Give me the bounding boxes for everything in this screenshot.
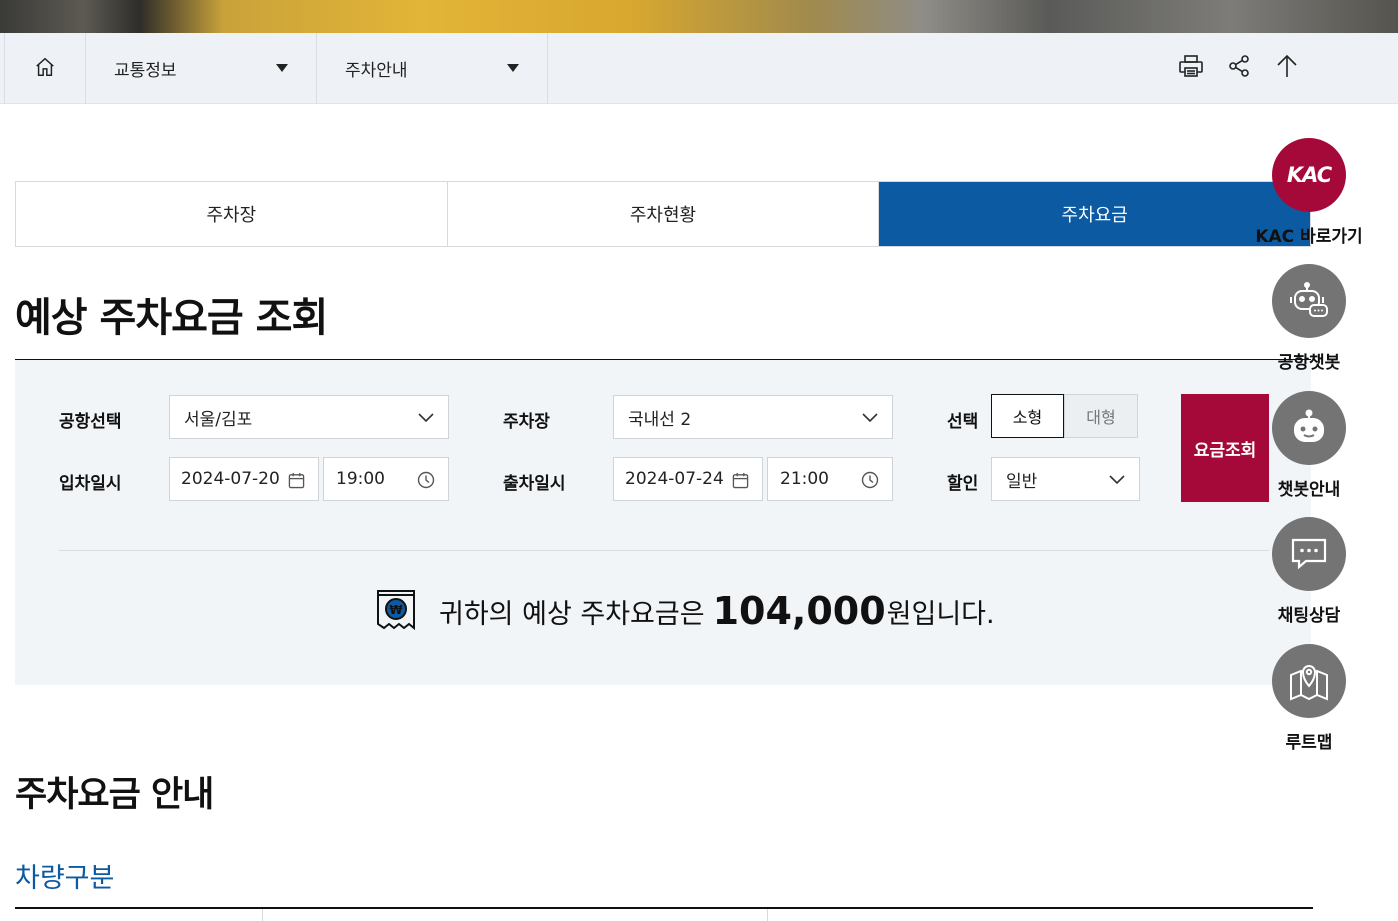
parking-lot-label: 주차장: [503, 412, 550, 432]
result-amount: 104,000: [712, 589, 886, 633]
chevron-down-icon: [1107, 470, 1127, 490]
dropdown-parking-guide[interactable]: 주차안내: [317, 33, 548, 104]
vehicle-type-heading: 차량구분: [15, 863, 115, 894]
size-small-option[interactable]: 소형: [991, 394, 1064, 438]
panel-divider: [59, 550, 1269, 551]
discount-label: 할인: [947, 474, 979, 494]
exit-time-value: 21:00: [780, 469, 829, 489]
quick-kac-link[interactable]: KAC KAC 바로가기: [1254, 138, 1364, 247]
calendar-icon: [730, 470, 750, 490]
quick-chat-consult[interactable]: 채팅상담: [1254, 517, 1364, 626]
robot-icon: [1272, 391, 1346, 465]
chat-bubble-icon: [1272, 517, 1346, 591]
fee-search-panel: 공항선택 서울/김포 주차장 국내선 2 선택 소형 대형 요금조회 입차일시 …: [15, 360, 1311, 685]
chevron-down-icon: [416, 408, 436, 428]
entry-time-value: 19:00: [336, 469, 385, 489]
airport-select[interactable]: 서울/김포: [169, 395, 449, 439]
quick-label: 채팅상담: [1277, 606, 1341, 626]
fee-guide-heading: 주차요금 안내: [15, 775, 214, 815]
exit-date-input[interactable]: 2024-07-24: [613, 457, 763, 501]
exit-datetime-label: 출차일시: [503, 474, 566, 494]
arrow-up-icon: [1275, 53, 1299, 83]
dropdown-label: 교통정보: [114, 61, 177, 81]
share-icon: [1227, 54, 1251, 82]
quick-airport-chatbot[interactable]: 공항챗봇: [1254, 264, 1364, 373]
discount-select[interactable]: 일반: [991, 457, 1140, 501]
table-header-row: [15, 909, 1313, 921]
chevron-down-icon: [860, 408, 880, 428]
vehicle-size-label: 선택: [947, 412, 979, 432]
entry-datetime-label: 입차일시: [59, 474, 122, 494]
parking-lot-value: 국내선 2: [628, 409, 692, 430]
airport-label: 공항선택: [59, 412, 122, 432]
quick-label: 공항챗봇: [1277, 353, 1341, 373]
page-title: 예상 주차요금 조회: [15, 295, 328, 341]
kac-logo-text: KAC: [1286, 163, 1332, 187]
quick-route-map[interactable]: 루트맵: [1254, 644, 1364, 753]
quick-label: KAC 바로가기: [1255, 227, 1363, 247]
dropdown-traffic-info[interactable]: 교통정보: [86, 33, 317, 104]
discount-value: 일반: [1006, 471, 1038, 492]
entry-date-input[interactable]: 2024-07-20: [169, 457, 319, 501]
print-icon: [1178, 54, 1204, 82]
share-button[interactable]: [1224, 53, 1254, 83]
top-banner-image: [0, 0, 1398, 33]
airport-chatbot-icon: [1272, 264, 1346, 338]
entry-time-input[interactable]: 19:00: [323, 457, 449, 501]
calendar-icon: [286, 470, 306, 490]
dropdown-label: 주차안내: [345, 61, 408, 81]
utility-tools: [1176, 53, 1302, 83]
home-icon: [34, 56, 56, 82]
clock-icon: [860, 470, 880, 490]
kac-logo-icon: KAC: [1272, 138, 1346, 212]
table-column-divider: [262, 909, 263, 921]
svg-text:₩: ₩: [389, 603, 403, 617]
quick-label: 루트맵: [1285, 733, 1333, 753]
result-suffix: 원입니다.: [886, 598, 995, 630]
caret-down-icon: [507, 64, 519, 72]
tab-parking-lot[interactable]: 주차장: [16, 182, 448, 246]
result-prefix: 귀하의 예상 주차요금은: [439, 598, 705, 630]
clock-icon: [416, 470, 436, 490]
route-map-icon: [1272, 644, 1346, 718]
receipt-won-icon: ₩: [375, 588, 417, 634]
airport-value: 서울/김포: [184, 409, 253, 430]
tab-parking-fee[interactable]: 주차요금: [879, 182, 1311, 246]
home-button[interactable]: [4, 33, 86, 104]
tab-parking-status[interactable]: 주차현황: [447, 182, 880, 246]
table-column-divider: [767, 909, 768, 921]
quick-chatbot-guide[interactable]: 챗봇안내: [1254, 391, 1364, 500]
caret-down-icon: [276, 64, 288, 72]
fee-result: ₩ 귀하의 예상 주차요금은 104,000 원입니다.: [375, 588, 995, 634]
size-large-option[interactable]: 대형: [1064, 394, 1138, 438]
parking-lot-select[interactable]: 국내선 2: [613, 395, 893, 439]
exit-time-input[interactable]: 21:00: [767, 457, 893, 501]
scroll-top-button[interactable]: [1272, 53, 1302, 83]
parking-tabs: 주차장 주차현황 주차요금: [15, 181, 1311, 247]
print-button[interactable]: [1176, 53, 1206, 83]
exit-date-value: 2024-07-24: [625, 469, 724, 489]
quick-label: 챗봇안내: [1277, 480, 1341, 500]
entry-date-value: 2024-07-20: [181, 469, 280, 489]
location-bar: 교통정보 주차안내: [0, 33, 1398, 104]
